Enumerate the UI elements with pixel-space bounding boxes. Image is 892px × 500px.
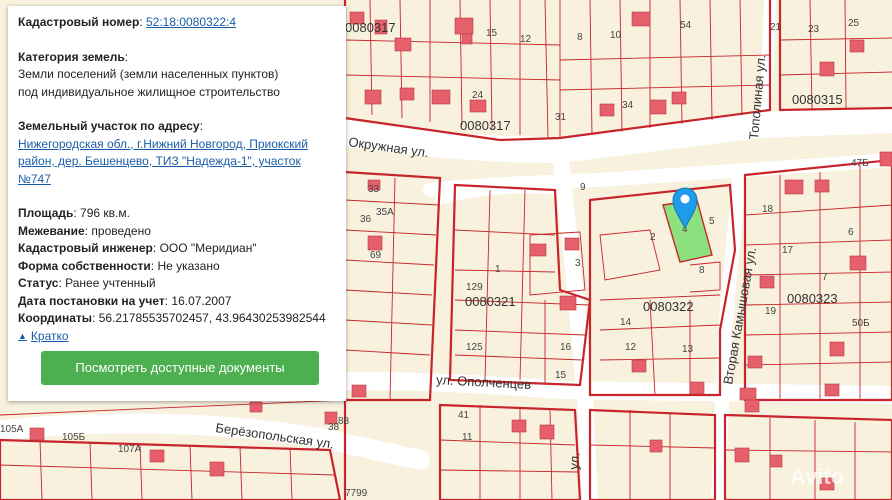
plot-number-label: 50Б [852,318,870,329]
reg-date-label: Дата постановки на учет [18,293,165,308]
quarter-label: 0080322 [643,299,694,314]
engineer-label: Кадастровый инженер [18,241,153,255]
quarter-label: 0080323 [787,291,838,306]
land-category-value: Земли поселений (земли населенных пункто… [18,67,279,81]
land-category-row: Категория земель: [18,49,129,64]
plot-number-label: 24 [472,90,484,101]
plot-number-label: 88 [338,416,350,427]
plot-number-label: 9 [580,182,586,193]
survey-label: Межевание [18,223,85,238]
plot-number-label: 2 [650,232,656,243]
plot-number-label: 38 [328,422,340,433]
status-row: Статус: Ранее учтенный [18,276,156,290]
address-row: Земельный участок по адресу: [18,119,203,133]
plot-number-label: 21 [770,22,782,33]
collapse-label: Кратко [30,328,69,343]
cadastral-number-row: Кадастровый номер: 52:18:0080322:4 [18,15,237,29]
plot-number-label: 15 [555,370,567,381]
plot-number-label: 16 [560,342,572,353]
plot-number-label: 129 [466,282,483,293]
reg-date-row: Дата постановки на учет: 16.07.2007 [18,293,232,308]
plot-number-label: 10 [610,30,622,41]
plot-number-label: 8 [577,32,583,43]
area-row: Площадь: 796 кв.м. [18,206,130,220]
plot-number-label: 41 [458,410,470,421]
view-documents-button[interactable]: Посмотреть доступные документы [41,351,319,385]
plot-number-label: 18 [762,204,774,215]
reg-date-value: 16.07.2007 [171,293,232,308]
triangle-up-icon: ▲ [18,330,27,341]
plot-number-label: 105А [0,424,24,435]
engineer-value: ООО "Меридиан" [159,241,257,255]
plot-number-label: 47Б [851,158,869,169]
address-link-line2[interactable]: район, дер. Бешенцево, ТИЗ "Надежда-1", … [18,154,301,186]
address-label: Земельный участок по адресу [18,119,200,133]
plot-number-label: 17 [782,245,794,256]
quarter-label: 0080317 [460,118,511,133]
plot-number-label: 12 [625,342,637,353]
address-link-line1[interactable]: Нижегородская обл., г.Нижний Новгород, П… [18,137,308,151]
avito-watermark: Avito [790,464,844,489]
plot-number-label: 7 [822,272,828,283]
plot-number-label: 54 [680,20,692,31]
plot-number-label: 11 [462,432,473,443]
plot-number-label: 5 [709,216,715,227]
plot-number-label: 35А [376,207,394,218]
ownership-value: Не указано [157,258,220,273]
plot-number-label: 105Б [62,432,86,443]
collapse-toggle[interactable]: ▲ Кратко [18,328,336,346]
plot-number-label: 19 [765,306,777,317]
street-label: ул. [566,452,582,471]
plot-number-label: 14 [620,317,632,328]
area-label: Площадь [18,206,74,220]
plot-number-label: 3 [575,258,581,269]
plot-number-label: 15 [486,28,498,39]
cadastral-number-label: Кадастровый номер [18,15,140,29]
plot-number-label: 33 [368,184,380,195]
ownership-row: Форма собственности: Не указано [18,258,220,273]
quarter-label: 0080315 [792,92,843,107]
plot-number-label: 6 [848,227,854,238]
coords-row: Координаты: 56.21785535702457, 43.964302… [18,311,326,325]
status-value: Ранее учтенный [65,276,156,290]
coords-label: Координаты [18,311,93,325]
quarter-label: 0080317 [345,20,396,35]
plot-number-label: 25 [848,18,860,29]
plot-number-label: 7799 [345,488,368,499]
cadastral-number-link[interactable]: 52:18:0080322:4 [146,15,236,29]
land-category-value-2: под индивидуальное жилищное строительств… [18,84,280,99]
plot-number-label: 12 [520,34,532,45]
plot-number-label: 125 [466,342,483,353]
quarter-label: 0080321 [465,294,516,309]
survey-value: проведено [91,223,151,238]
coords-value: 56.21785535702457, 43.96430253982544 [98,311,326,325]
plot-number-label: 36 [360,214,372,225]
plot-number-label: 34 [622,100,634,111]
status-label: Статус [18,276,59,290]
plot-number-label: 1 [495,264,501,275]
plot-number-label: 13 [682,344,694,355]
plot-number-label: 8 [699,265,705,276]
parcel-info-card: Кадастровый номер: 52:18:0080322:4 Катег… [8,6,346,401]
land-category-label: Категория земель [18,49,125,64]
engineer-row: Кадастровый инженер: ООО "Меридиан" [18,241,257,255]
ownership-label: Форма собственности [18,258,151,273]
survey-row: Межевание: проведено [18,223,151,238]
plot-number-label: 31 [555,112,567,123]
plot-number-label: 23 [808,24,820,35]
plot-number-label: 69 [370,250,382,261]
area-value: 796 кв.м. [80,206,130,220]
plot-number-label: 107А [118,444,142,455]
